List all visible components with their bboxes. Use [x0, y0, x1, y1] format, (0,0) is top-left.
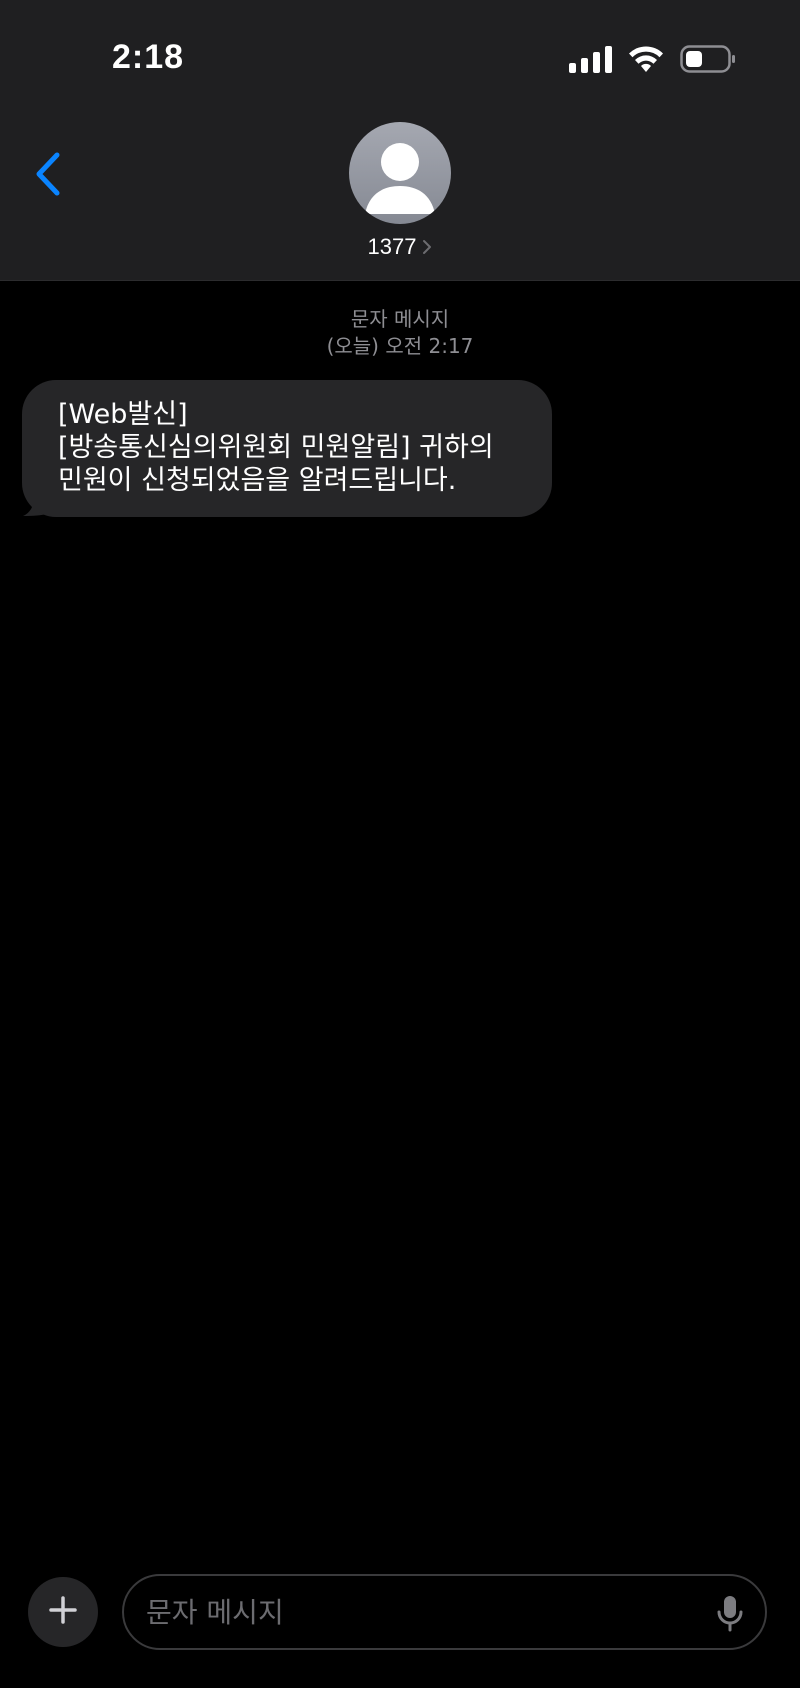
plus-icon: [48, 1595, 78, 1629]
thread-meta: 문자 메시지 (오늘) 오전 2:17: [0, 306, 800, 360]
avatar[interactable]: [349, 122, 451, 224]
cellular-signal-icon: [569, 45, 612, 73]
message-line: [Web발신]: [58, 399, 188, 430]
chevron-right-icon: [422, 239, 432, 255]
message-field: [122, 1574, 767, 1650]
message-thread[interactable]: 문자 메시지 (오늘) 오전 2:17 [Web발신] [방송통신심의위원회 민…: [0, 282, 800, 1572]
message-input[interactable]: [146, 1576, 686, 1648]
message-timestamp: (오늘) 오전 2:17: [326, 334, 474, 358]
contact-name: 1377: [367, 234, 417, 259]
compose-bar: [0, 1572, 800, 1688]
message-line: [방송통신심의위원회 민원알림] 귀하의: [58, 432, 494, 463]
microphone-icon: [715, 1596, 745, 1638]
conversation-header: 2:18 1377: [0, 0, 800, 281]
message-row: [Web발신] [방송통신심의위원회 민원알림] 귀하의 민원이 신청되었음을 …: [22, 380, 552, 517]
dictation-button[interactable]: [715, 1594, 745, 1634]
incoming-message-bubble[interactable]: [Web발신] [방송통신심의위원회 민원알림] 귀하의 민원이 신청되었음을 …: [22, 380, 552, 517]
messages-screen: 2:18 1377 문자 메시지 (오늘) 오전 2:17 [Web발신] [방…: [0, 0, 800, 1688]
add-attachment-button[interactable]: [28, 1577, 98, 1647]
service-label: 문자 메시지: [350, 307, 450, 331]
status-icons: [569, 44, 736, 74]
status-time: 2:18: [112, 38, 185, 76]
contact-info: 1377: [0, 122, 800, 260]
message-line: 민원이 신청되었음을 알려드립니다.: [58, 465, 457, 496]
contact-name-button[interactable]: 1377: [368, 234, 433, 260]
battery-icon: [680, 45, 736, 73]
wifi-icon: [628, 45, 664, 73]
